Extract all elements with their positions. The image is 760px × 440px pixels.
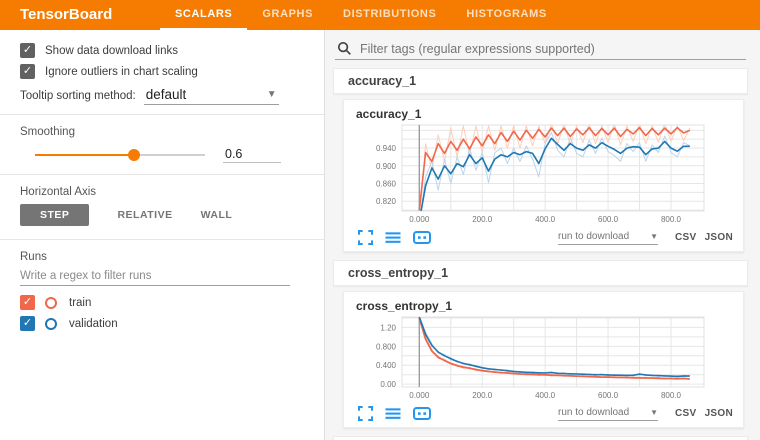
accuracy-chart[interactable]: 0.000 200.0 400.0 600.0 800.0 0.820 0.860 0.900… [352, 121, 734, 229]
svg-text:800.0: 800.0 [661, 391, 682, 400]
download-links: CSV JSON [670, 408, 733, 419]
run-to-download-select[interactable]: run to download ▼ [558, 407, 658, 421]
log-scale-icon[interactable] [385, 406, 401, 421]
run-validation-label: validation [69, 318, 118, 330]
run-to-download-label: run to download [558, 407, 629, 418]
smoothing-row [0, 140, 324, 165]
accuracy-card-footer: run to download ▼ CSV JSON [352, 229, 739, 249]
slider-thumb[interactable] [128, 149, 140, 161]
download-links: CSV JSON [670, 232, 733, 243]
svg-text:800.0: 800.0 [661, 215, 682, 224]
csv-link[interactable]: CSV [675, 232, 696, 243]
horizontal-axis-options: STEP RELATIVE WALL [0, 200, 324, 230]
ignore-outliers-row: ✓ Ignore outliers in chart scaling [0, 61, 324, 82]
axis-relative-button[interactable]: RELATIVE [103, 204, 186, 226]
tag-filter-input[interactable] [360, 42, 744, 56]
svg-text:400.0: 400.0 [535, 215, 556, 224]
svg-text:0.00: 0.00 [380, 380, 396, 389]
cross-entropy-card-title: cross_entropy_1 [352, 297, 739, 313]
svg-text:0.400: 0.400 [376, 361, 397, 370]
smoothing-label: Smoothing [0, 124, 324, 140]
runs-label: Runs [0, 249, 324, 265]
tab-scalars[interactable]: SCALARS [160, 0, 247, 30]
svg-text:400.0: 400.0 [535, 391, 556, 400]
tag-filter-row [335, 38, 746, 60]
fit-domain-icon[interactable] [413, 406, 431, 421]
svg-text:0.940: 0.940 [376, 144, 397, 153]
svg-text:200.0: 200.0 [472, 215, 493, 224]
ignore-outliers-checkbox[interactable]: ✓ [20, 64, 35, 79]
svg-text:600.0: 600.0 [598, 391, 619, 400]
tooltip-sort-row: Tooltip sorting method: default ▼ [0, 82, 324, 105]
runs-regex-input[interactable] [20, 267, 290, 286]
svg-text:0.900: 0.900 [376, 162, 397, 171]
csv-link[interactable]: CSV [675, 408, 696, 419]
horizontal-axis-label: Horizontal Axis [0, 184, 324, 200]
main-panel: accuracy_1 accuracy_1 0.000 200.0 400.0 600… [325, 30, 760, 440]
section-cross-entropy[interactable]: cross_entropy_1 [333, 260, 748, 286]
run-validation-checkbox[interactable]: ✓ [20, 316, 35, 331]
expand-chart-icon[interactable] [358, 406, 373, 421]
run-row-validation: ✓ validation [0, 313, 324, 334]
run-train-color-swatch[interactable] [45, 297, 57, 309]
show-download-links-row: ✓ Show data download links [0, 40, 324, 61]
slider-fill [35, 154, 134, 156]
svg-text:0.800: 0.800 [376, 342, 397, 351]
smoothing-slider[interactable] [35, 148, 205, 162]
tooltip-sort-label: Tooltip sorting method: [20, 90, 136, 102]
svg-text:0.820: 0.820 [376, 197, 397, 206]
section-final-training-ops[interactable]: final_training_ops [333, 436, 748, 440]
section-accuracy[interactable]: accuracy_1 [333, 68, 748, 94]
run-validation-color-swatch[interactable] [45, 318, 57, 330]
accuracy-card-title: accuracy_1 [352, 105, 739, 121]
accuracy-card: accuracy_1 0.000 200.0 400.0 600.0 800.0 0.82… [343, 99, 744, 252]
cross-entropy-card: cross_entropy_1 0.000 200.0 400.0 600.0 800.… [343, 291, 744, 428]
run-to-download-select[interactable]: run to download ▼ [558, 231, 658, 245]
svg-text:1.20: 1.20 [380, 323, 396, 332]
json-link[interactable]: JSON [705, 408, 733, 419]
run-train-label: train [69, 297, 91, 309]
tab-distributions[interactable]: DISTRIBUTIONS [328, 0, 451, 30]
show-download-links-checkbox[interactable]: ✓ [20, 43, 35, 58]
expand-chart-icon[interactable] [358, 230, 373, 245]
tab-histograms[interactable]: HISTOGRAMS [451, 0, 561, 30]
tab-bar: SCALARS GRAPHS DISTRIBUTIONS HISTOGRAMS [160, 0, 562, 30]
axis-step-button[interactable]: STEP [20, 204, 89, 226]
app-title: TensorBoard [0, 0, 160, 30]
cross-entropy-card-footer: run to download ▼ CSV JSON [352, 405, 739, 425]
tab-graphs[interactable]: GRAPHS [247, 0, 328, 30]
axis-wall-button[interactable]: WALL [187, 204, 247, 226]
app-header: TensorBoard SCALARS GRAPHS DISTRIBUTIONS… [0, 0, 760, 30]
svg-text:0.860: 0.860 [376, 180, 397, 189]
fit-domain-icon[interactable] [413, 230, 431, 245]
svg-text:0.000: 0.000 [409, 215, 430, 224]
chevron-down-icon: ▼ [267, 89, 277, 100]
run-to-download-label: run to download [558, 231, 629, 242]
svg-text:600.0: 600.0 [598, 215, 619, 224]
sidebar: ✓ Show data download links ✓ Ignore outl… [0, 30, 325, 440]
tooltip-sort-dropdown[interactable]: default ▼ [144, 87, 279, 105]
log-scale-icon[interactable] [385, 230, 401, 245]
smoothing-value-input[interactable] [223, 146, 281, 163]
svg-text:0.000: 0.000 [409, 391, 430, 400]
tooltip-sort-value: default [146, 87, 187, 102]
ignore-outliers-label: Ignore outliers in chart scaling [45, 66, 198, 78]
divider [0, 239, 324, 240]
json-link[interactable]: JSON [705, 232, 733, 243]
tensorboard-app: TensorBoard SCALARS GRAPHS DISTRIBUTIONS… [0, 0, 760, 440]
divider [0, 114, 324, 115]
divider [0, 174, 324, 175]
show-download-links-label: Show data download links [45, 45, 178, 57]
chevron-down-icon: ▼ [650, 408, 658, 417]
search-icon [337, 41, 352, 56]
chevron-down-icon: ▼ [650, 232, 658, 241]
svg-text:200.0: 200.0 [472, 391, 493, 400]
run-row-train: ✓ train [0, 292, 324, 313]
cross-entropy-chart[interactable]: 0.000 200.0 400.0 600.0 800.0 0.00 0.400 0.800 1… [352, 313, 734, 405]
run-train-checkbox[interactable]: ✓ [20, 295, 35, 310]
